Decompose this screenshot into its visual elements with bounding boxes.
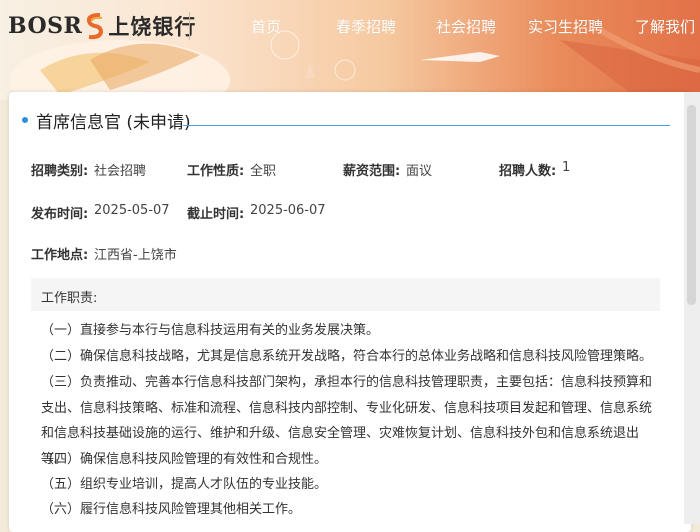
nav-social-recruitment[interactable]: 社会招聘 [436,16,496,37]
nav-home[interactable]: 首页 [251,16,281,37]
value-location: 江西省-上饶市 [94,248,177,263]
nav-intern-recruitment[interactable]: 实习生招聘 [528,16,603,37]
logo-emblem-icon [87,13,104,40]
title-underline [183,125,670,126]
duty-item: （一）直接参与本行与信息科技运用有关的业务发展决策。 [41,323,380,338]
value-headcount: 1 [562,160,571,175]
label-job-type: 工作性质: [187,164,245,179]
value-job-type: 全职 [250,164,277,179]
top-navigation: BOSR 上饶银行 首页 春季招聘 社会招聘 实习生招聘 了解我们 [0,0,700,52]
value-publish-date: 2025-05-07 [94,203,170,218]
label-publish-date: 发布时间: [31,207,89,222]
duty-item: （二）确保信息科技战略，尤其是信息系统开发战略，符合本行的总体业务战略和信息科技… [41,349,653,364]
duties-heading: 工作职责: [41,291,98,306]
duty-item: （四）确保信息科技风险管理的有效性和合规性。 [41,452,328,467]
duties-heading-box [31,278,660,311]
label-salary: 薪资范围: [343,164,401,179]
job-title: 首席信息官 (未申请) [36,113,191,133]
duty-item: （六）履行信息科技风险管理其他相关工作。 [41,502,302,517]
nav-spring-recruitment[interactable]: 春季招聘 [336,16,396,37]
scrollbar-thumb[interactable] [687,105,696,305]
logo-chinese: 上饶银行 [108,14,197,39]
value-salary: 面议 [406,164,433,179]
label-category: 招聘类别: [31,164,89,179]
duty-item: （五）组织专业培训，提高人才队伍的专业技能。 [41,477,328,492]
nav-about-us[interactable]: 了解我们 [635,16,695,37]
label-deadline: 截止时间: [187,207,245,222]
logo-latin: BOSR [8,13,83,39]
label-location: 工作地点: [31,248,89,263]
value-deadline: 2025-06-07 [250,203,326,218]
title-bullet [22,117,28,123]
value-category: 社会招聘 [94,164,147,179]
label-headcount: 招聘人数: [499,164,557,179]
bank-logo[interactable]: BOSR 上饶银行 [8,10,196,42]
logo-divider [189,12,190,40]
